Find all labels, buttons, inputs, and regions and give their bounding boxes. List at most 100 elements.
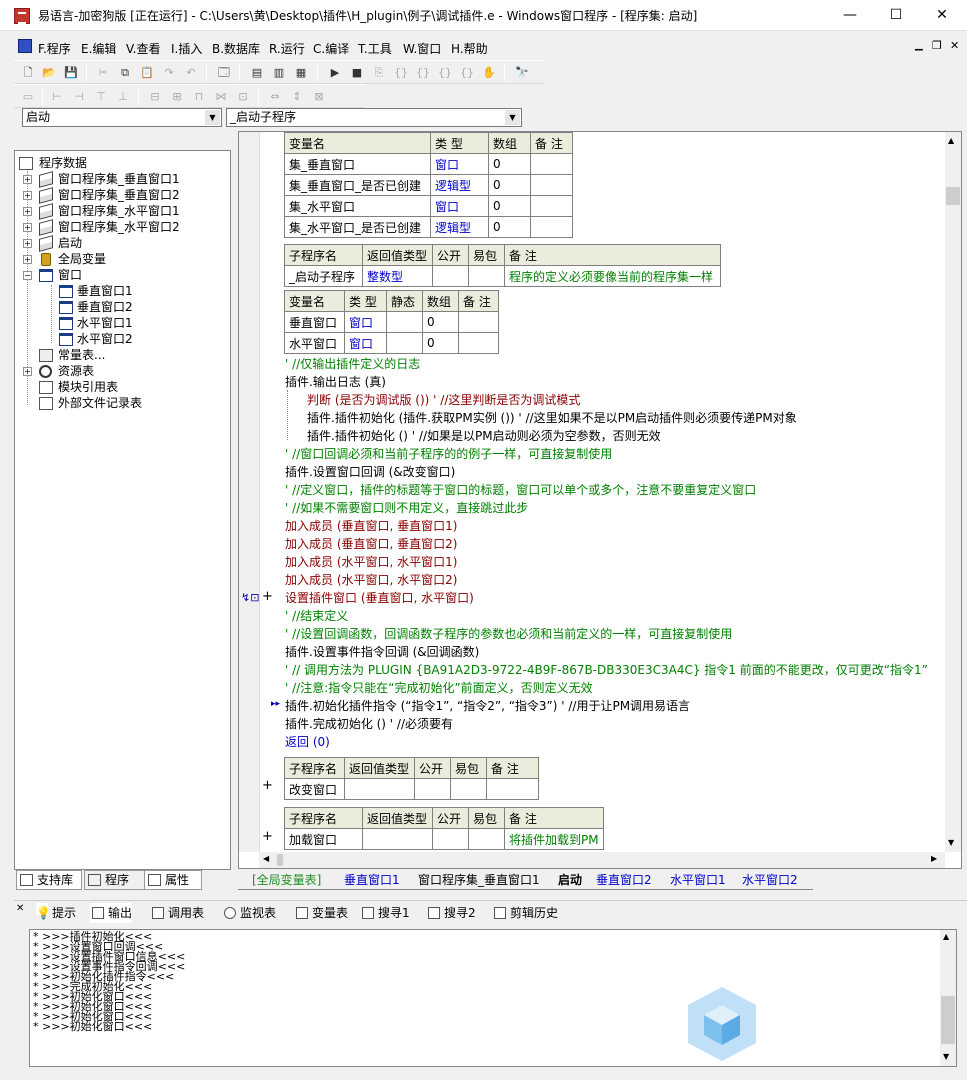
code-line-if[interactable]: 判断 (是否为调试版 ()) ' //这里判断是否为调试模式 — [307, 391, 580, 409]
expand-icon[interactable]: + — [23, 367, 32, 376]
scroll-thumb[interactable] — [946, 187, 960, 205]
scroll-right-icon[interactable]: ▶ — [931, 854, 937, 863]
code-comment[interactable]: ' // 调用方法为 PLUGIN {BA91A2D3-9722-4B9F-86… — [285, 661, 928, 679]
scroll-thumb[interactable] — [277, 854, 283, 866]
form-icon[interactable]: ▭ — [19, 88, 37, 105]
editor-horizontal-scrollbar[interactable]: ◀ ▶ — [259, 852, 945, 868]
scroll-up-icon[interactable]: ▲ — [948, 136, 954, 145]
tab-horizontal-window-2[interactable]: 水平窗口2 — [742, 871, 798, 890]
run-to-cursor-icon[interactable]: {} — [458, 64, 476, 81]
center-v-icon[interactable]: ⊞ — [168, 88, 186, 105]
binoculars-icon[interactable]: 🔭 — [513, 64, 531, 81]
tab-horizontal-window-1[interactable]: 水平窗口1 — [670, 871, 726, 890]
step-out-icon[interactable]: {} — [436, 64, 454, 81]
menu-window[interactable]: W.窗口 — [403, 40, 441, 57]
grid-icon[interactable]: ⊠ — [310, 88, 328, 105]
editor-vertical-scrollbar[interactable]: ▲ ▼ — [945, 132, 961, 852]
close-button[interactable]: ✕ — [919, 0, 965, 31]
align-bottom-icon[interactable]: ⊥ — [114, 88, 132, 105]
menu-database[interactable]: B.数据库 — [212, 40, 260, 57]
tab-hints[interactable]: 💡 提示 — [34, 903, 76, 923]
align-right-icon[interactable]: ⊣ — [70, 88, 88, 105]
code-comment[interactable]: ' //如果不需要窗口则不用定义，直接跳过此步 — [285, 499, 528, 517]
expand-icon[interactable]: + — [262, 589, 273, 604]
code-line[interactable]: 插件.设置事件指令回调 (&回调函数) — [285, 643, 479, 661]
open-folder-icon[interactable]: 📂 — [40, 64, 58, 81]
code-comment[interactable]: ' //设置回调函数，回调函数子程序的参数也必须和当前定义的一样，可直接复制使用 — [285, 625, 732, 643]
scroll-left-icon[interactable]: ◀ — [263, 854, 269, 863]
chevron-down-icon[interactable]: ▼ — [505, 110, 520, 125]
tab-search-2[interactable]: 搜寻2 — [426, 903, 476, 923]
subroutine-selector[interactable]: _启动子程序 ▼ — [226, 108, 522, 127]
expand-icon[interactable]: + — [262, 778, 273, 793]
stop-icon[interactable]: ■ — [348, 64, 366, 81]
code-line[interactable]: 加入成员 (垂直窗口, 垂直窗口2) — [285, 535, 457, 553]
code-line-return[interactable]: 返回 (0) — [285, 733, 330, 751]
scroll-up-icon[interactable]: ▲ — [943, 932, 949, 941]
layout1-icon[interactable]: ▤ — [248, 64, 266, 81]
table-row[interactable]: 集_水平窗口 窗口 0 — [284, 195, 573, 217]
expand-icon[interactable]: + — [23, 255, 32, 264]
tab-output[interactable]: 输出 — [90, 903, 133, 923]
table-row[interactable]: _启动子程序 整数型 程序的定义必须要像当前的程序集一样 — [284, 265, 721, 287]
code-comment[interactable]: ' //注意:指令只能在“完成初始化”前面定义，否则定义无效 — [285, 679, 593, 697]
layout3-icon[interactable]: ▦ — [292, 64, 310, 81]
collapse-icon[interactable]: − — [23, 271, 32, 280]
code-comment[interactable]: ' //仅输出插件定义的日志 — [285, 355, 420, 373]
step-over-icon[interactable]: {} — [414, 64, 432, 81]
scroll-down-icon[interactable]: ▼ — [943, 1052, 949, 1061]
code-editor[interactable]: 变量名 类 型 数组 备 注 集_垂直窗口 窗口 0 集_垂直窗口_是否已创建 … — [238, 131, 962, 869]
save-icon[interactable]: 💾 — [62, 64, 80, 81]
menu-compile[interactable]: C.编译 — [313, 40, 349, 57]
tab-vertical-window-2[interactable]: 垂直窗口2 — [596, 871, 652, 890]
code-line[interactable]: 加入成员 (水平窗口, 水平窗口1) — [285, 553, 457, 571]
layout2-icon[interactable]: ▥ — [270, 64, 288, 81]
expand-icon[interactable]: + — [23, 175, 32, 184]
tab-vertical-window-1[interactable]: 垂直窗口1 — [344, 871, 400, 890]
expand-icon[interactable]: + — [23, 223, 32, 232]
code-line[interactable]: 插件.插件初始化 () ' //如果是以PM启动则必须为空参数，否则无效 — [307, 427, 661, 445]
table-row[interactable]: 垂直窗口 窗口 0 — [284, 311, 499, 333]
tab-global-vars[interactable]: [全局变量表] — [252, 871, 321, 890]
mdi-restore-icon[interactable]: ❐ — [932, 39, 942, 52]
find-icon[interactable]: 🗔 — [215, 64, 233, 81]
output-scrollbar[interactable]: ▲ ▼ — [940, 930, 956, 1066]
align-left-icon[interactable]: ⊢ — [48, 88, 66, 105]
tab-startup[interactable]: 启动 — [558, 871, 582, 890]
code-line[interactable]: 加入成员 (水平窗口, 水平窗口2) — [285, 571, 457, 589]
cut-icon[interactable]: ✂ — [94, 64, 112, 81]
align-top-icon[interactable]: ⊤ — [92, 88, 110, 105]
minimize-button[interactable]: — — [827, 0, 873, 31]
expand-icon[interactable]: + — [23, 239, 32, 248]
mdi-close-icon[interactable]: ✕ — [950, 39, 959, 52]
menu-edit[interactable]: E.编辑 — [81, 40, 116, 57]
step-icon[interactable]: ⎘ — [370, 64, 388, 81]
table-row[interactable]: 加载窗口 将插件加载到PM — [284, 828, 604, 850]
hand-icon[interactable]: ✋ — [480, 64, 498, 81]
code-line[interactable]: 插件.插件初始化 (插件.获取PM实例 ()) ' //这里如果不是以PM启动插… — [307, 409, 797, 427]
mdi-minimize-icon[interactable]: ▁ — [915, 40, 923, 51]
menu-tools[interactable]: T.工具 — [358, 40, 392, 57]
code-comment[interactable]: ' //结束定义 — [285, 607, 348, 625]
code-line[interactable]: 插件.完成初始化 () ' //必须要有 — [285, 715, 453, 733]
code-line-current[interactable]: 设置插件窗口 (垂直窗口, 水平窗口) — [285, 589, 474, 607]
code-line[interactable]: 插件.输出日志 (真) — [285, 373, 386, 391]
tab-variables[interactable]: 变量表 — [294, 903, 348, 923]
tab-call-stack[interactable]: 调用表 — [150, 903, 204, 923]
tab-properties[interactable]: 属性 — [144, 870, 202, 890]
expand-icon[interactable]: + — [23, 191, 32, 200]
assembly-selector[interactable]: 启动 ▼ — [22, 108, 222, 127]
tab-search-1[interactable]: 搜寻1 — [360, 903, 410, 923]
table-row[interactable]: 水平窗口 窗口 0 — [284, 332, 499, 354]
run-icon[interactable]: ▶ — [326, 64, 344, 81]
step-into-icon[interactable]: {} — [392, 64, 410, 81]
redo-icon[interactable]: ↷ — [160, 64, 178, 81]
scroll-thumb[interactable] — [941, 996, 955, 1044]
menu-program[interactable]: F.程序 — [38, 40, 71, 57]
code-line[interactable]: 插件.初始化插件指令 (“指令1”, “指令2”, “指令3”) ' //用于让… — [285, 697, 690, 715]
chevron-down-icon[interactable]: ▼ — [205, 110, 220, 125]
menu-help[interactable]: H.帮助 — [451, 40, 488, 57]
expand-icon[interactable]: + — [262, 829, 273, 844]
table-row[interactable]: 集_垂直窗口_是否已创建 逻辑型 0 — [284, 174, 573, 196]
space-h-icon[interactable]: ⇔ — [266, 88, 284, 105]
